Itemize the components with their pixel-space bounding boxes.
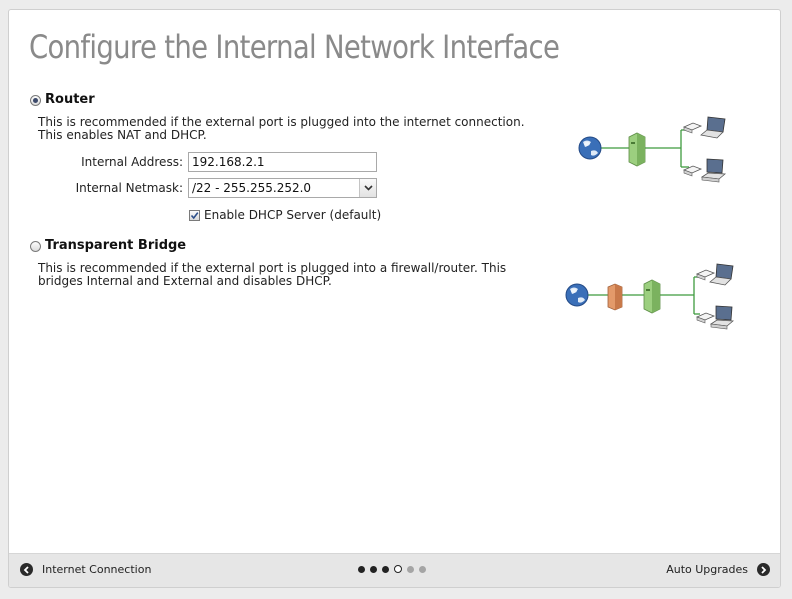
page-title: Configure the Internal Network Interface <box>29 28 560 66</box>
step-dot-1 <box>358 565 365 573</box>
bridge-network-diagram <box>565 263 734 330</box>
globe-icon <box>578 136 602 160</box>
router-description-line2: This enables NAT and DHCP. <box>38 128 207 142</box>
switch-icon-top <box>682 122 703 134</box>
step-indicator <box>358 565 426 573</box>
desktop-icon <box>700 158 727 183</box>
server-icon <box>643 279 661 314</box>
chevron-left-icon <box>20 563 33 576</box>
next-button-label: Auto Upgrades <box>666 563 748 576</box>
router-network-diagram <box>578 116 727 183</box>
router-description: This is recommended if the external port… <box>38 116 558 142</box>
step-dot-2 <box>370 565 377 573</box>
wizard-footer: Internet Connection Auto Upgrades <box>9 553 780 587</box>
back-button[interactable]: Internet Connection <box>20 563 151 576</box>
firewall-icon <box>607 283 623 311</box>
laptop-icon <box>709 263 734 286</box>
transparent-bridge-description: This is recommended if the external port… <box>38 262 558 288</box>
internal-netmask-label: Internal Netmask: <box>75 181 183 195</box>
globe-icon <box>565 283 589 307</box>
step-dot-5 <box>407 565 414 573</box>
dhcp-label[interactable]: Enable DHCP Server (default) <box>204 208 381 222</box>
chevron-right-icon <box>757 563 770 576</box>
transparent-bridge-radio[interactable] <box>30 241 41 252</box>
internal-netmask-value: /22 - 255.255.252.0 <box>192 181 312 195</box>
internal-address-label: Internal Address: <box>81 155 183 169</box>
next-button[interactable]: Auto Upgrades <box>666 563 770 576</box>
step-dot-3 <box>382 565 389 573</box>
bridge-description-line2: bridges Internal and External and disabl… <box>38 274 332 288</box>
dhcp-checkbox[interactable] <box>189 210 200 221</box>
server-icon <box>628 132 646 167</box>
back-button-label: Internet Connection <box>42 563 152 576</box>
setup-wizard-panel: Configure the Internal Network Interface… <box>8 9 781 588</box>
internal-address-input[interactable] <box>188 152 377 172</box>
desktop-icon <box>709 305 734 330</box>
router-radio[interactable] <box>30 95 41 106</box>
internal-netmask-select[interactable]: /22 - 255.255.252.0 <box>188 178 377 198</box>
transparent-bridge-label[interactable]: Transparent Bridge <box>45 238 186 253</box>
chevron-down-icon[interactable] <box>359 179 376 197</box>
step-dot-6 <box>419 565 426 573</box>
router-label[interactable]: Router <box>45 92 95 107</box>
laptop-icon <box>700 116 726 139</box>
switch-icon-top <box>695 269 716 281</box>
step-dot-4-current <box>394 565 402 573</box>
